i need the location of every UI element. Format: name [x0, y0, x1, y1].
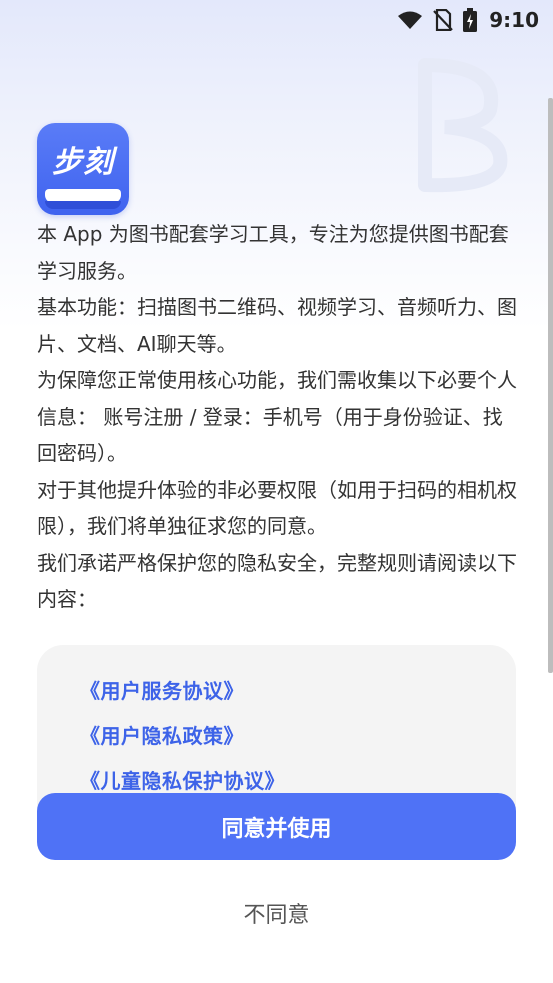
- wifi-icon: [398, 11, 423, 29]
- user-service-agreement-link[interactable]: 《用户服务协议》: [80, 675, 244, 704]
- child-privacy-protection-link[interactable]: 《儿童隐私保护协议》: [80, 765, 285, 794]
- book-spine-icon: [45, 201, 121, 209]
- intro-paragraph: 基本功能：扫描图书二维码、视频学习、音频听力、图片、文档、AI聊天等。: [37, 295, 517, 356]
- privacy-intro-text: 本 App 为图书配套学习工具，专注为您提供图书配套学习服务。 基本功能：扫描图…: [37, 216, 517, 618]
- disagree-button[interactable]: 不同意: [37, 885, 516, 941]
- intro-paragraph: 我们承诺严格保护您的隐私安全，完整规则请阅读以下内容：: [37, 550, 517, 612]
- brand-watermark-icon: [418, 58, 508, 193]
- scrollbar[interactable]: [548, 98, 553, 673]
- intro-paragraph: 为保障您正常使用核心功能，我们需收集以下必要个人信息： 账号注册 / 登录：手机…: [37, 368, 517, 465]
- intro-paragraph: 对于其他提升体验的非必要权限（如用于扫码的相机权限），我们将单独征求您的同意。: [37, 477, 517, 539]
- status-bar: 9:10: [0, 0, 553, 40]
- app-logo: 步刻: [37, 123, 129, 215]
- agree-button[interactable]: 同意并使用: [37, 793, 516, 860]
- user-privacy-policy-link[interactable]: 《用户隐私政策》: [80, 720, 244, 749]
- app-logo-text: 步刻: [52, 145, 114, 180]
- intro-paragraph: 本 App 为图书配套学习工具，专注为您提供图书配套学习服务。: [37, 222, 509, 283]
- battery-charging-icon: [463, 8, 478, 32]
- no-sim-icon: [433, 9, 454, 31]
- status-time: 9:10: [489, 8, 539, 32]
